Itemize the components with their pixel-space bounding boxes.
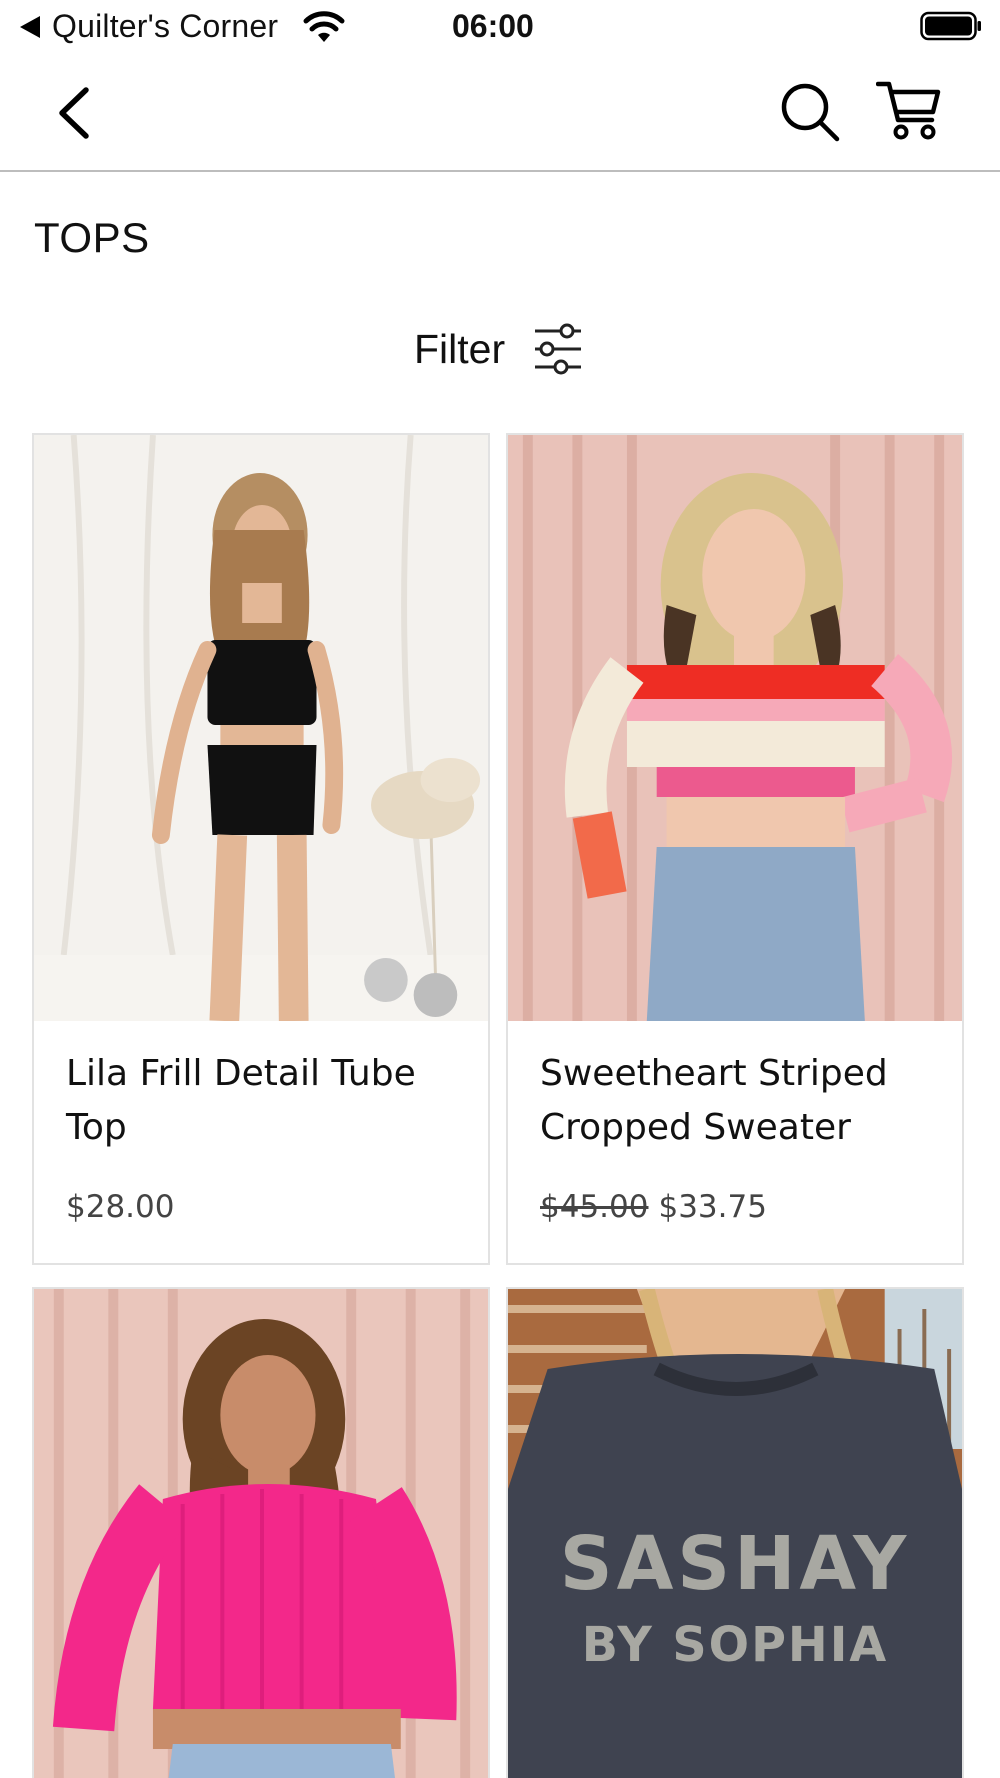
product-card[interactable] xyxy=(32,1287,490,1778)
product-name[interactable]: Sweetheart Striped Cropped Sweater xyxy=(540,1047,940,1155)
navigation-bar xyxy=(0,56,1000,172)
product-image[interactable]: SASHAY BY SOPHIA xyxy=(508,1289,962,1778)
back-to-app-icon[interactable] xyxy=(18,14,42,40)
wifi-icon xyxy=(303,11,345,42)
filter-button[interactable]: Filter xyxy=(414,318,585,380)
page-title: TOPS xyxy=(34,214,150,261)
sliders-icon xyxy=(535,323,582,375)
battery-icon xyxy=(920,11,981,41)
product-image[interactable] xyxy=(34,435,488,1021)
print-line-2: BY SOPHIA xyxy=(582,1618,888,1673)
search-icon[interactable] xyxy=(778,80,842,144)
status-bar: Quilter's Corner 06:00 xyxy=(0,0,1000,56)
product-name[interactable]: Lila Frill Detail Tube Top xyxy=(66,1047,466,1155)
price-original: $45.00 xyxy=(540,1189,649,1225)
product-price: $45.00 $33.75 xyxy=(540,1189,767,1225)
print-line-1: SASHAY xyxy=(560,1522,910,1607)
product-card[interactable]: Lila Frill Detail Tube Top $28.00 xyxy=(32,433,490,1265)
product-price: $28.00 xyxy=(66,1189,174,1225)
chevron-left-icon[interactable] xyxy=(52,84,104,142)
product-card[interactable]: SASHAY BY SOPHIA xyxy=(506,1287,964,1778)
filter-label: Filter xyxy=(414,325,506,372)
product-card[interactable]: Sweetheart Striped Cropped Sweater $45.0… xyxy=(506,433,964,1265)
carrier-label: Quilter's Corner xyxy=(52,8,279,44)
product-image[interactable] xyxy=(34,1289,488,1778)
price-current: $28.00 xyxy=(66,1189,175,1225)
cart-icon[interactable] xyxy=(876,78,942,142)
clock: 06:00 xyxy=(452,8,534,44)
price-current: $33.75 xyxy=(658,1189,767,1225)
product-image[interactable] xyxy=(508,435,962,1021)
sweatshirt-print: SASHAY BY SOPHIA xyxy=(560,1522,910,1673)
